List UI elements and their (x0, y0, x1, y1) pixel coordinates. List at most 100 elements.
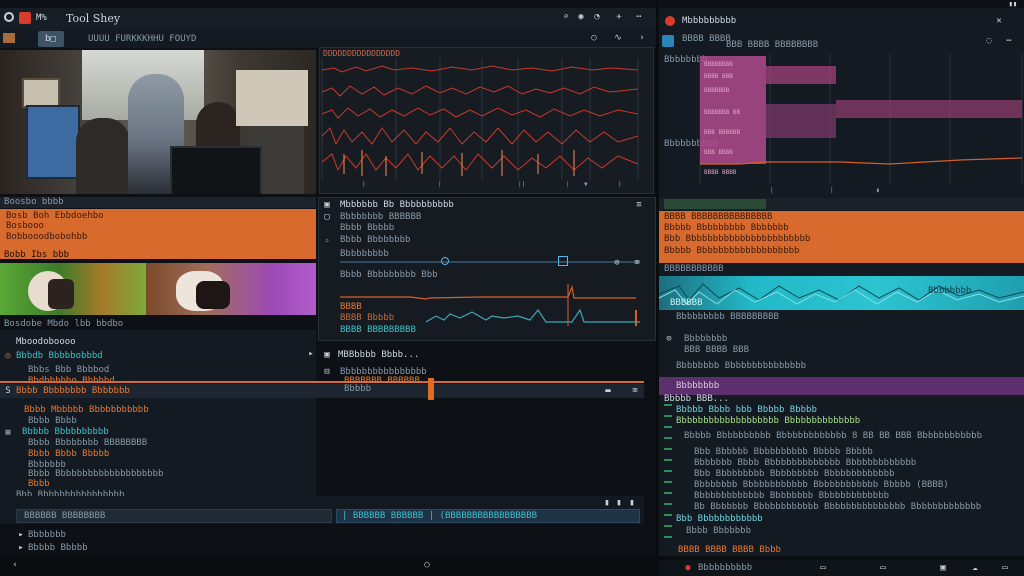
left-tree-group1[interactable]: Bbbdb Bbbbbobbbd (16, 351, 103, 362)
middle-lower-sub-2: BBBBBBB BBBBBB (344, 376, 420, 386)
right-more-icon[interactable]: ⋯ (1004, 36, 1014, 46)
slider-end-icon[interactable]: ⊘ (612, 258, 622, 268)
status-icon-1[interactable]: ▭ (818, 563, 828, 573)
tree-item-1[interactable]: Bbbs Bbb Bbbbod (28, 365, 109, 376)
expand-icon[interactable]: ▢ (322, 212, 332, 222)
footer-expand-icon[interactable]: ▸ (16, 530, 26, 540)
right-subtitle: BBBB BBBB (682, 34, 731, 44)
right-status-text: Bbbbbbbbbb (698, 563, 753, 573)
status-record-icon[interactable]: ● (683, 563, 693, 573)
tree-plus-icon[interactable]: ⊞ (3, 428, 13, 438)
app-logo-icon (4, 12, 14, 22)
footer-expand-icon-2[interactable]: ▸ (16, 543, 26, 553)
right-history-icon[interactable]: ◌ (984, 36, 994, 46)
left-orange-row-3: Bobbooodbobohbb (6, 232, 88, 242)
waveform-graph: | | || | ▼ | (321, 58, 639, 188)
bottom-ctrl-1[interactable]: ▮ (602, 498, 612, 508)
right-log-row-9: Bb Bbbbbbb Bbbbbbbbbbbb Bbbbbbbbbbbbbbb … (694, 502, 982, 512)
right-log-row-1: Bbbbb Bbbb bbb Bbbbb Bbbbb (676, 405, 817, 415)
tools-icon[interactable]: ✈ (614, 12, 624, 22)
svg-text:BBB BBBBBB: BBB BBBBBB (704, 129, 741, 136)
footer-item-2[interactable]: Bbbbb Bbbbb (28, 543, 88, 554)
thumb-figure-2 (48, 279, 74, 309)
middle-row-label: Bbbbbbbbb (340, 249, 389, 259)
toolbar-path[interactable]: UUUU FURKKKHHU FOUYD (88, 34, 196, 45)
svg-text:|: | (830, 187, 834, 194)
view-toggle-label: b□ (45, 34, 56, 44)
tree-item-10[interactable]: Bbbb (28, 479, 50, 490)
settings-icon[interactable]: ◉ (576, 12, 586, 22)
slider-close-icon[interactable]: ⌧ (632, 258, 642, 268)
right-title-record-icon[interactable] (665, 16, 675, 26)
timeline-slider[interactable] (340, 261, 640, 263)
forward-icon[interactable]: › (637, 33, 647, 43)
timeline-slider-marker[interactable] (558, 256, 568, 266)
row-end-icon[interactable]: ▬ (603, 386, 613, 396)
search-icon[interactable]: ⌕ (561, 12, 571, 22)
lock-icon[interactable]: ⊟ (322, 367, 332, 377)
right-subtitle2: BBB BBBB BBBBBBBB (726, 40, 819, 50)
back-icon[interactable]: ‹ (10, 560, 20, 570)
footer-item-1[interactable]: Bbbbbbb (28, 530, 66, 541)
right-folder-icon[interactable] (662, 35, 674, 47)
row-close-icon[interactable]: ⌧ (630, 386, 640, 396)
selected-row-bg[interactable] (0, 381, 644, 383)
status-icon-4[interactable]: ☁ (970, 563, 980, 573)
menu-label[interactable]: M% (36, 13, 47, 24)
right-log-row-5: Bbbbbbb Bbbb Bbbbbbbbbbbbbb Bbbbbbbbbbbb… (694, 458, 917, 468)
svg-text:▼: ▼ (584, 181, 588, 188)
thumbnail-2[interactable] (146, 263, 316, 315)
right-log-row-6: Bbb Bbbbbbbbb Bbbbbbbbb Bbbbbbbbbbbbb (694, 469, 895, 479)
selected-row-playhead[interactable] (428, 378, 434, 400)
tree-item-7[interactable]: Bbbb Bbbb Bbbbb (28, 449, 109, 460)
more-icon[interactable]: ⋯ (634, 12, 644, 22)
folder-icon[interactable] (3, 33, 15, 43)
svg-text:|: | (566, 181, 570, 188)
tree-group-icon[interactable]: ◎ (3, 351, 13, 361)
svg-text:|: | (438, 181, 442, 188)
tree-item-6[interactable]: Bbbb Bbbbbbbb BBBBBBBB (28, 438, 147, 449)
right-info-icon[interactable]: ⊙ (664, 334, 674, 344)
pin-icon[interactable]: ◔ (592, 12, 602, 22)
selected-row-label: Bbbb Bbbbbbbb Bbbbbbb (16, 386, 130, 396)
thumb-figure-4 (196, 281, 230, 309)
video-preview[interactable] (0, 50, 316, 194)
right-log-row-3: Bbbbb Bbbbbbbbbb Bbbbbbbbbbbbb 8 BB BB B… (684, 431, 983, 441)
right-orange-chip[interactable] (664, 199, 766, 209)
video-wall-frame (22, 78, 60, 108)
right-log-row-11: Bbbb Bbbbbbb (686, 526, 752, 536)
right-log-row-10: Bbb Bbbbbbbbbbbb (676, 514, 763, 524)
tree-item-3[interactable]: Bbbb Mbbbbb Bbbbbbbbbbb (24, 405, 149, 416)
history-icon[interactable]: ○ (589, 33, 599, 43)
close-icon[interactable]: ≡ (634, 200, 644, 210)
timeline-slider-handle[interactable] (441, 257, 449, 265)
tree-item-4[interactable]: Bbbb Bbbb (28, 416, 77, 427)
middle-prop-row-2: Bbbb Bbbbb (340, 223, 395, 233)
thumbnail-1[interactable] (0, 263, 146, 315)
status-icon-3[interactable]: ▣ (938, 563, 948, 573)
status-icon-2[interactable]: ▭ (878, 563, 888, 573)
link-icon[interactable]: ∿ (613, 33, 623, 43)
right-close-icon[interactable]: ✕ (994, 16, 1004, 26)
record-icon[interactable] (19, 12, 31, 24)
right-title-bar (660, 0, 1024, 8)
bottom-ctrl-3[interactable]: ▮ (627, 498, 637, 508)
video-monitor-center (170, 146, 262, 194)
right-orange-row-3: Bbb Bbbbbbbbbbbbbbbbbbbbbbb (664, 234, 811, 244)
right-purple-label: Bbbbbbbb (676, 381, 720, 391)
svg-text:▮: ▮ (876, 187, 880, 194)
tree-collapse-icon[interactable]: ▸ (306, 349, 316, 359)
tree-item-5[interactable]: Bbbbb Bbbbbbbbbb (22, 427, 109, 438)
bottom-search-text: | BBBBBB BBBBBB | (BBBBBBBBBBBBBBBBB (342, 511, 538, 521)
left-orange-footer: Bobb Ibs bbb (4, 250, 70, 260)
toggle-icon[interactable]: ◦ (322, 237, 332, 247)
left-orange-row-2: Bosbooo (6, 221, 44, 231)
home-icon[interactable]: ○ (422, 560, 432, 570)
status-icon-5[interactable]: ▭ (1000, 563, 1010, 573)
row-icon-s: S (5, 386, 11, 396)
svg-text:|: | (618, 181, 622, 188)
svg-text:BBB BBBB: BBB BBBB (704, 149, 733, 156)
middle-lower-icon: ▣ (324, 350, 330, 360)
right-log-row-4: Bbb Bbbbbb Bbbbbbbbbb Bbbbb Bbbbb (694, 447, 873, 457)
bottom-ctrl-2[interactable]: ▮ (614, 498, 624, 508)
